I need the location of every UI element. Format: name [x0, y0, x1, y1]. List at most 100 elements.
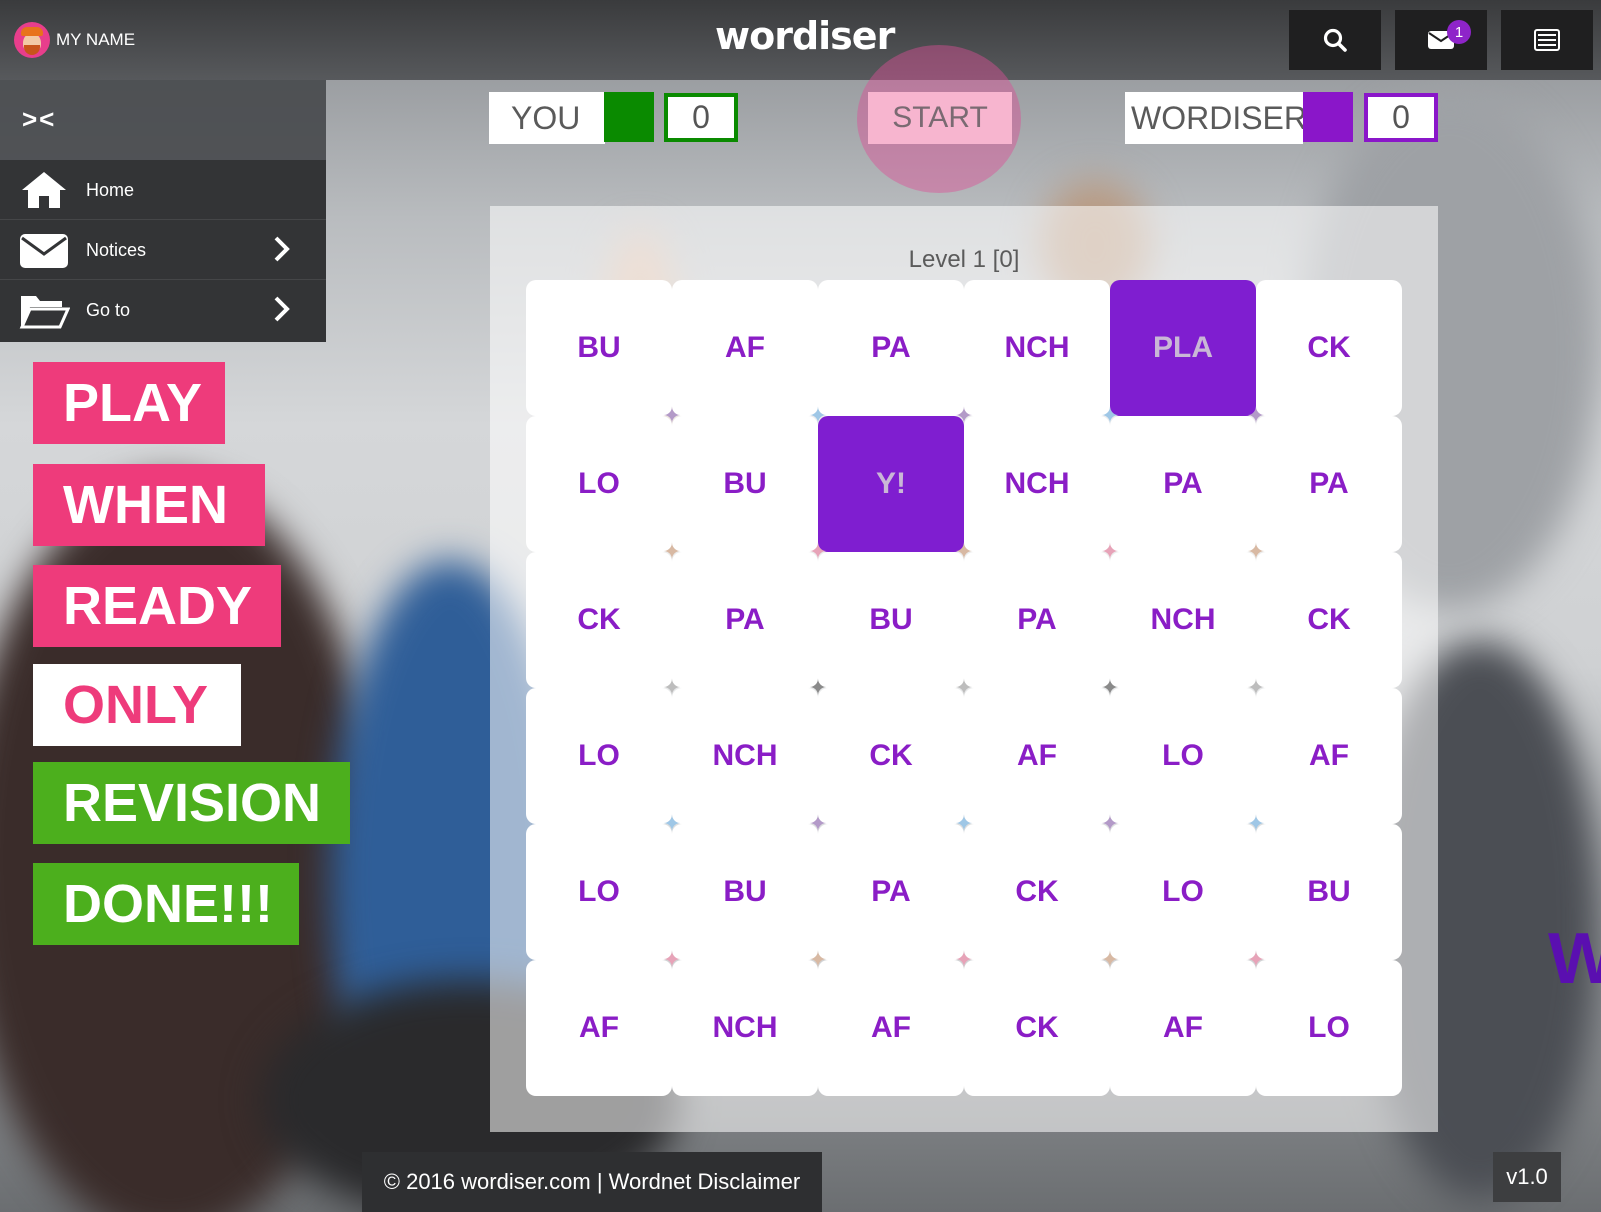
- sparkle-icon: ✦: [808, 675, 828, 700]
- sparkle-icon: ✦: [1246, 811, 1266, 836]
- grid-tile[interactable]: AF: [526, 960, 672, 1096]
- background-watermark: W: [1548, 919, 1601, 999]
- sidebar-item-label: Notices: [86, 240, 147, 260]
- grid-tile[interactable]: AF: [964, 688, 1110, 824]
- notification-badge: 1: [1447, 20, 1471, 44]
- footer: © 2016 wordiser.com | Wordnet Disclaimer: [362, 1152, 822, 1212]
- sparkle-icon: ✦: [662, 539, 682, 564]
- grid-tile[interactable]: BU: [1256, 824, 1402, 960]
- chevron-right-icon: [274, 236, 290, 262]
- opponent-score: 0: [1364, 93, 1438, 142]
- grid-tile[interactable]: AF: [1256, 688, 1402, 824]
- grid-tile[interactable]: LO: [1110, 688, 1256, 824]
- grid-tile[interactable]: LO: [1110, 824, 1256, 960]
- sparkle-icon: ✦: [1100, 811, 1120, 836]
- sparkle-icon: ✦: [662, 947, 682, 972]
- grid-tile[interactable]: BU: [818, 552, 964, 688]
- sparkle-icon: ✦: [1246, 539, 1266, 564]
- sparkle-icon: ✦: [1246, 675, 1266, 700]
- sidebar-header: ><: [0, 80, 326, 160]
- sparkle-icon: ✦: [1100, 675, 1120, 700]
- grid-tile[interactable]: NCH: [672, 960, 818, 1096]
- grid-tile[interactable]: AF: [672, 280, 818, 416]
- sparkle-icon: ✦: [954, 403, 974, 428]
- version-label: v1.0: [1493, 1152, 1561, 1202]
- grid-tile[interactable]: PA: [672, 552, 818, 688]
- player-color-swatch: [604, 92, 654, 142]
- grid-tile[interactable]: BU: [526, 280, 672, 416]
- grid-tile[interactable]: NCH: [672, 688, 818, 824]
- grid-tile[interactable]: Y!: [818, 416, 964, 552]
- tag-done: DONE!!!: [33, 863, 299, 945]
- opponent-color-swatch: [1303, 92, 1353, 142]
- grid-tile[interactable]: LO: [526, 688, 672, 824]
- opponent-label: WORDISER: [1125, 92, 1307, 144]
- grid-tile[interactable]: NCH: [964, 416, 1110, 552]
- user-name: MY NAME: [56, 30, 136, 49]
- grid-tile[interactable]: LO: [526, 824, 672, 960]
- grid-tile[interactable]: NCH: [1110, 552, 1256, 688]
- grid-tile[interactable]: PA: [1110, 416, 1256, 552]
- sidebar-menu: Home Notices Go to: [0, 160, 326, 342]
- grid-tile[interactable]: CK: [964, 824, 1110, 960]
- sparkle-icon: ✦: [1100, 403, 1120, 428]
- tile-grid: BU AF PA NCH PLA CK LO BU Y! NCH PA PA CK PA BU PA NCH CK…: [526, 280, 1402, 1096]
- sparkle-icon: ✦: [954, 675, 974, 700]
- level-indicator: Level 1 [0]: [908, 246, 1020, 273]
- tag-revision: REVISION: [33, 762, 350, 844]
- sidebar-item-label: Home: [86, 180, 135, 200]
- menu-list-button[interactable]: [1501, 10, 1593, 70]
- grid-tile[interactable]: AF: [1110, 960, 1256, 1096]
- home-icon: [22, 172, 66, 208]
- envelope-icon: [20, 234, 68, 268]
- sparkle-icon: ✦: [808, 947, 828, 972]
- grid-tile[interactable]: BU: [672, 824, 818, 960]
- sparkle-icon: ✦: [1100, 539, 1120, 564]
- grid-tile[interactable]: NCH: [964, 280, 1110, 416]
- sparkle-icon: ✦: [954, 947, 974, 972]
- top-bar: MY NAME wordiser 1: [0, 0, 1601, 80]
- sparkle-icon: ✦: [808, 539, 828, 564]
- grid-tile[interactable]: PLA: [1110, 280, 1256, 416]
- sidebar-item-notices[interactable]: Notices: [0, 220, 326, 280]
- grid-tile[interactable]: PA: [1256, 416, 1402, 552]
- sparkle-icon: ✦: [954, 539, 974, 564]
- list-icon: [1534, 29, 1560, 51]
- sidebar-item-label: Go to: [86, 300, 131, 320]
- footer-text[interactable]: © 2016 wordiser.com | Wordnet Disclaimer: [384, 1169, 800, 1195]
- tag-ready: READY: [33, 565, 281, 647]
- grid-tile[interactable]: PA: [964, 552, 1110, 688]
- search-button[interactable]: [1289, 10, 1381, 70]
- grid-tile[interactable]: BU: [672, 416, 818, 552]
- player-label: YOU: [489, 92, 605, 144]
- sidebar-item-home[interactable]: Home: [0, 160, 326, 220]
- tag-play: PLAY: [33, 362, 225, 444]
- tag-when: WHEN: [33, 464, 265, 546]
- start-button[interactable]: START: [868, 92, 1012, 144]
- grid-tile[interactable]: LO: [526, 416, 672, 552]
- chevron-right-icon: [274, 296, 290, 322]
- folder-icon: [19, 296, 70, 329]
- sparkle-icon: ✦: [1100, 947, 1120, 972]
- grid-tile[interactable]: CK: [1256, 552, 1402, 688]
- player-score: 0: [664, 93, 738, 142]
- grid-tile[interactable]: PA: [818, 280, 964, 416]
- grid-tile[interactable]: CK: [818, 688, 964, 824]
- grid-tile[interactable]: CK: [1256, 280, 1402, 416]
- sparkle-icon: ✦: [1246, 947, 1266, 972]
- sparkle-icon: ✦: [662, 811, 682, 836]
- sparkle-icon: ✦: [662, 403, 682, 428]
- sidebar-item-goto[interactable]: Go to: [0, 280, 326, 340]
- game-board: Level 1 [0] BU AF PA NCH PLA CK LO BU Y! NCH PA PA C…: [490, 206, 1438, 1132]
- grid-tile[interactable]: LO: [1256, 960, 1402, 1096]
- tag-only: ONLY: [33, 664, 241, 746]
- grid-tile[interactable]: AF: [818, 960, 964, 1096]
- user-menu[interactable]: MY NAME: [14, 22, 135, 58]
- sparkle-icon: ✦: [1246, 403, 1266, 428]
- grid-tile[interactable]: CK: [964, 960, 1110, 1096]
- messages-button[interactable]: 1: [1395, 10, 1487, 70]
- collapse-sidebar-icon[interactable]: ><: [22, 104, 56, 135]
- sparkle-icon: ✦: [808, 811, 828, 836]
- grid-tile[interactable]: CK: [526, 552, 672, 688]
- grid-tile[interactable]: PA: [818, 824, 964, 960]
